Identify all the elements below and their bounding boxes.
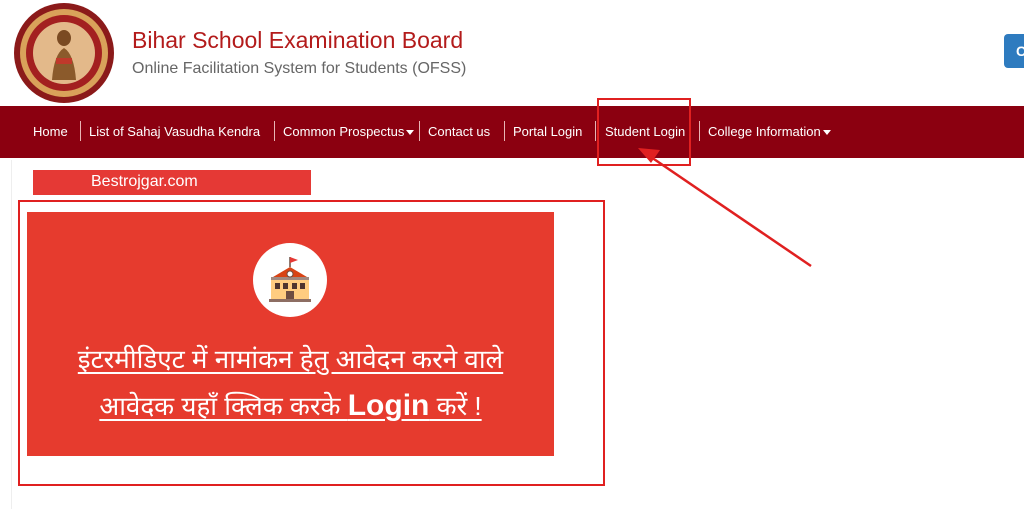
site-header: Bihar School Examination Board Online Fa… xyxy=(0,0,1024,106)
card-highlight-box xyxy=(18,200,605,486)
student-login-highlight-box xyxy=(597,98,691,166)
nav-college-information-label: College Information xyxy=(708,124,821,139)
nav-sahaj-vasudha-kendra[interactable]: List of Sahaj Vasudha Kendra xyxy=(89,106,260,158)
nav-common-prospectus[interactable]: Common Prospectus xyxy=(283,106,415,158)
top-right-button[interactable]: C xyxy=(1004,34,1024,68)
caret-down-icon xyxy=(406,130,415,136)
nav-divider xyxy=(274,121,275,141)
nav-divider xyxy=(419,121,420,141)
bseb-logo[interactable] xyxy=(12,2,116,104)
nav-contact-us[interactable]: Contact us xyxy=(428,106,490,158)
nav-divider xyxy=(80,121,81,141)
watermark-banner: Bestrojgar.com xyxy=(33,170,311,195)
nav-common-prospectus-label: Common Prospectus xyxy=(283,124,405,139)
nav-college-information[interactable]: College Information xyxy=(708,106,831,158)
nav-divider xyxy=(699,121,700,141)
site-title: Bihar School Examination Board xyxy=(132,27,464,53)
nav-divider xyxy=(504,121,505,141)
main-nav: Home List of Sahaj Vasudha Kendra Common… xyxy=(0,106,1024,158)
page-edge-line xyxy=(11,160,12,509)
nav-home[interactable]: Home xyxy=(33,106,68,158)
watermark-text: Bestrojgar.com xyxy=(91,173,198,190)
nav-portal-login[interactable]: Portal Login xyxy=(513,106,582,158)
nav-divider xyxy=(595,121,596,141)
site-subtitle: Online Facilitation System for Students … xyxy=(132,60,467,77)
caret-down-icon xyxy=(822,130,831,136)
